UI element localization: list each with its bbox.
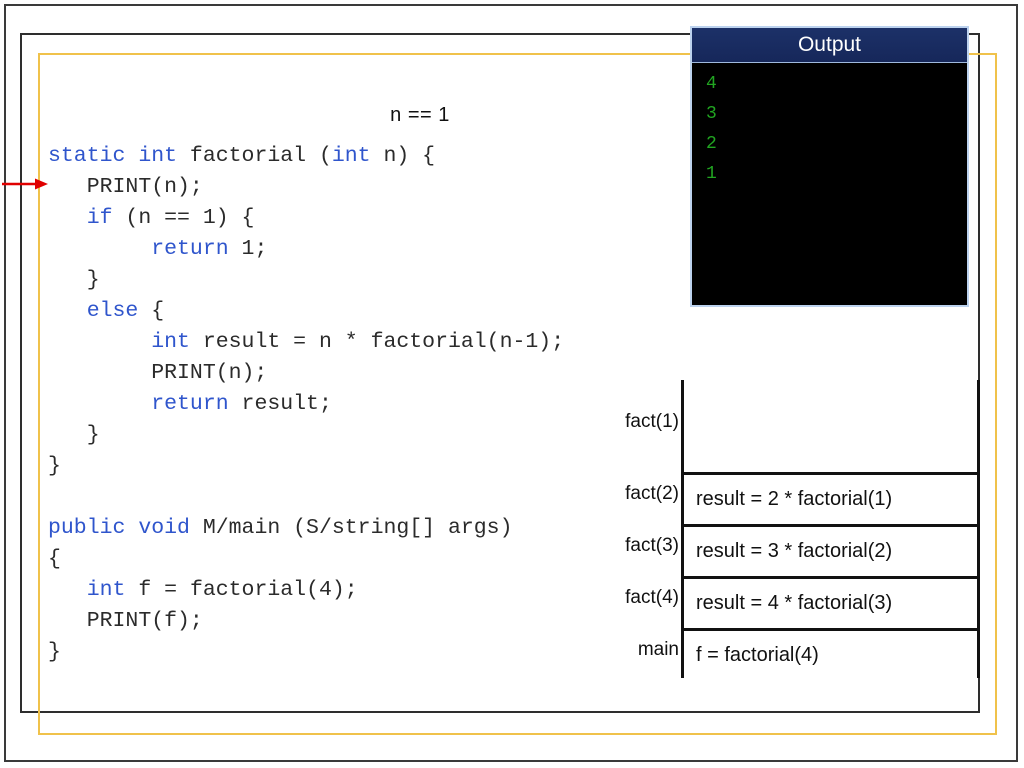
code-text: }: [48, 454, 61, 478]
call-stack-frame: [684, 380, 977, 472]
code-line: return result;: [48, 389, 648, 420]
output-window-title: Output: [692, 28, 967, 63]
code-text: PRINT(n);: [48, 361, 268, 385]
code-keyword: if: [86, 206, 113, 230]
code-line: int result = n * factorial(n-1);: [48, 327, 648, 358]
code-text: PRINT(n);: [48, 175, 203, 199]
code-keyword: int: [331, 144, 371, 168]
code-text: factorial (: [177, 144, 332, 168]
call-stack-frames: result = 2 * factorial(1) result = 3 * fa…: [681, 380, 980, 680]
call-stack-row-label: fact(4): [625, 587, 679, 608]
code-text: }: [48, 423, 100, 447]
code-line: }: [48, 451, 648, 482]
output-line: 3: [706, 104, 717, 124]
call-stack-row-label: main: [637, 639, 679, 660]
call-stack-frame: result = 3 * factorial(2): [684, 524, 977, 576]
code-line: else {: [48, 296, 648, 327]
code-text: PRINT(f);: [48, 609, 203, 633]
call-stack-frame: f = factorial(4): [684, 628, 977, 680]
code-keyword: public void: [48, 516, 190, 540]
code-text: {: [48, 547, 61, 571]
code-line: return 1;: [48, 234, 648, 265]
code-text: }: [48, 640, 61, 664]
code-keyword: return: [151, 392, 229, 416]
output-console-text: 4 3 2 1: [692, 63, 967, 189]
code-line: }: [48, 420, 648, 451]
code-keyword: static int: [48, 144, 178, 168]
code-keyword: else: [86, 299, 139, 323]
source-code-block: static int factorial (int n) { PRINT(n);…: [48, 141, 648, 668]
output-line: 2: [706, 134, 717, 154]
execution-pointer-arrow-icon: [2, 178, 48, 190]
code-line: PRINT(f);: [48, 606, 648, 637]
condition-annotation: n == 1: [390, 104, 450, 126]
call-stack-frame-expression: result = 4 * factorial(3): [696, 592, 893, 614]
code-line: if (n == 1) {: [48, 203, 648, 234]
call-stack-diagram: fact(1) fact(2) fact(3) fact(4) main result …: [600, 378, 982, 680]
code-text: 1;: [228, 237, 268, 261]
code-keyword: int: [86, 578, 126, 602]
code-text: {: [138, 299, 165, 323]
call-stack-frame-expression: f = factorial(4): [696, 644, 819, 666]
code-line: }: [48, 265, 648, 296]
output-line: 1: [706, 164, 717, 184]
code-keyword: int: [151, 330, 190, 354]
call-stack-row-label: fact(1): [625, 411, 679, 432]
call-stack-frame-expression: result = 3 * factorial(2): [696, 540, 893, 562]
call-stack-row-label: fact(3): [625, 535, 679, 556]
call-stack-frame: result = 4 * factorial(3): [684, 576, 977, 628]
code-line: }: [48, 637, 648, 668]
call-stack-labels: fact(1) fact(2) fact(3) fact(4) main: [600, 378, 681, 680]
code-line: {: [48, 544, 648, 575]
code-line: PRINT(n);: [48, 358, 648, 389]
code-line: int f = factorial(4);: [48, 575, 648, 606]
code-text: f = factorial(4);: [125, 578, 358, 602]
code-line: PRINT(n);: [48, 172, 648, 203]
call-stack-frame-expression: result = 2 * factorial(1): [696, 488, 893, 510]
code-text: }: [48, 268, 100, 292]
code-line: static int factorial (int n) {: [48, 141, 648, 172]
code-keyword: return: [151, 237, 229, 261]
code-text: M/main (S/string[] args): [189, 516, 513, 540]
call-stack-row-label: fact(2): [625, 483, 679, 504]
output-line: 4: [706, 74, 717, 94]
code-text: n) {: [370, 144, 436, 168]
code-text: (n == 1) {: [112, 206, 255, 230]
output-console-window[interactable]: Output 4 3 2 1: [690, 26, 969, 307]
code-text: result = n * factorial(n-1);: [189, 330, 565, 354]
code-line: public void M/main (S/string[] args): [48, 513, 648, 544]
call-stack-frame: result = 2 * factorial(1): [684, 472, 977, 524]
code-text: result;: [228, 392, 332, 416]
